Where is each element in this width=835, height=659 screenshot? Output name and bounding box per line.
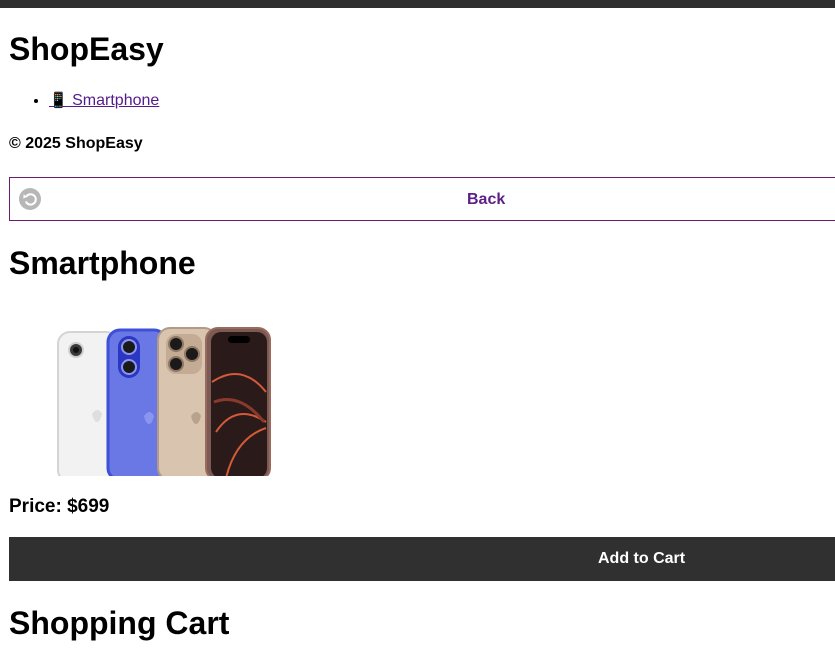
product-image: [56, 322, 272, 476]
smartphone-icon: 📱: [49, 92, 68, 109]
site-title: ShopEasy: [9, 31, 164, 67]
product-title: Smartphone: [9, 245, 196, 281]
back-button-label: Back: [467, 191, 506, 208]
nav-list: 📱 Smartphone: [9, 90, 159, 112]
nav-item-smartphone: 📱 Smartphone: [49, 90, 159, 112]
nav-link-smartphone[interactable]: 📱 Smartphone: [49, 92, 159, 109]
add-to-cart-button[interactable]: Add to Cart: [9, 537, 835, 581]
shopping-cart-title: Shopping Cart: [9, 605, 230, 641]
product-price: Price: $699: [9, 496, 110, 517]
top-bar: [0, 0, 835, 8]
nav-link-label: Smartphone: [67, 92, 160, 109]
footer-copyright: © 2025 ShopEasy: [9, 135, 143, 152]
back-button[interactable]: Back: [9, 177, 835, 221]
